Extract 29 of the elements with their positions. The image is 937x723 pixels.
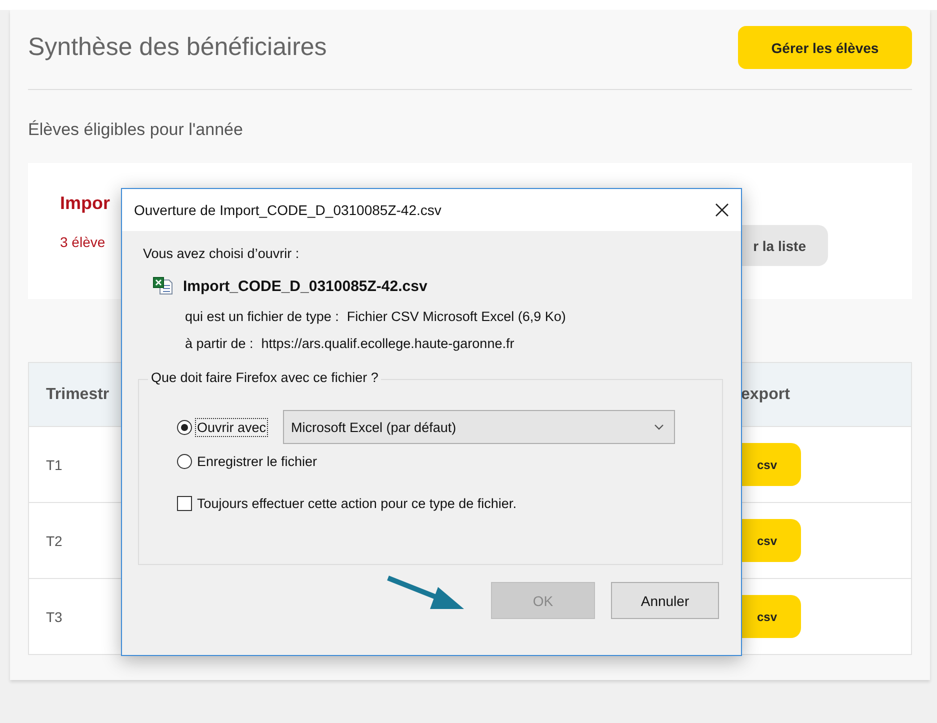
info-label: à partir de :: [185, 336, 254, 351]
group-label: Que doit faire Firefox avec ce fichier ?: [148, 370, 382, 385]
card-title: Impor: [60, 193, 110, 214]
radio-button[interactable]: [177, 454, 192, 468]
info-value: https://ars.qualif.ecollege.haute-garonne.fr: [261, 336, 514, 351]
radio-button[interactable]: [177, 420, 192, 434]
table-cell: T2: [46, 532, 62, 548]
table-cell: T1: [46, 456, 62, 472]
dialog-text: Vous avez choisi d’ouvrir :: [143, 246, 300, 261]
manage-students-button[interactable]: Gérer les élèves: [738, 26, 912, 69]
checkbox[interactable]: [177, 496, 192, 510]
info-label: qui est un fichier de type :: [185, 309, 339, 324]
column-header: Trimestr: [46, 386, 110, 404]
option-label[interactable]: Enregistrer le fichier: [196, 452, 318, 470]
dialog-button[interactable]: Annuler: [611, 582, 719, 619]
file-name: Import_CODE_D_0310085Z-42.csv: [183, 278, 428, 294]
spreadsheet-file-icon: [153, 277, 173, 295]
chevron-icon: [654, 424, 664, 430]
card-text: 3 élève: [60, 234, 106, 250]
table-cell: T3: [46, 608, 62, 624]
option-label[interactable]: Toujours effectuer cette action pour ce type de fichier.: [196, 494, 518, 512]
app-dropdown[interactable]: Microsoft Excel (par défaut): [283, 410, 676, 444]
column-header: export: [741, 386, 790, 404]
option-label[interactable]: Ouvrir avec: [196, 418, 268, 436]
info-value: Fichier CSV Microsoft Excel (6,9 Ko): [346, 309, 566, 324]
dialog-title: Ouverture de Import_CODE_D_0310085Z-42.csv: [134, 202, 442, 218]
section-subtitle: Élèves éligibles pour l'année: [28, 120, 244, 140]
close-button[interactable]: [713, 201, 731, 219]
page-title: Synthèse des bénéficiaires: [28, 33, 327, 62]
